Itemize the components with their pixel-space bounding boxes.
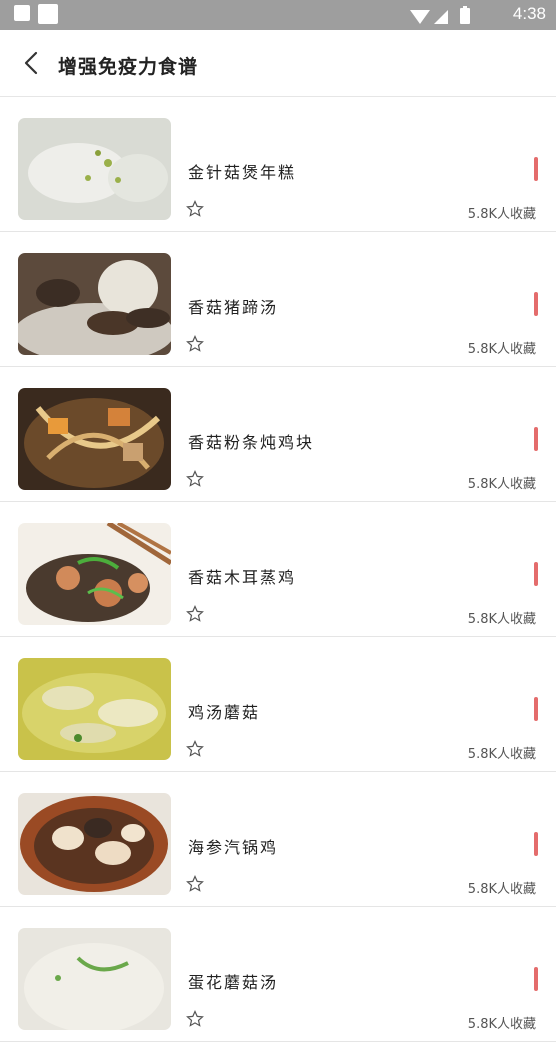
page-title: 增强免疫力食谱 — [58, 56, 199, 78]
recipe-item[interactable]: 鸡汤蘑菇 5.8K人收藏 — [0, 637, 556, 772]
recipe-list: 金针菇煲年糕 5.8K人收藏 香菇猪蹄汤 5.8K人收藏 香菇粉条炖鸡块 5.8… — [0, 97, 556, 1042]
back-arrow-icon[interactable] — [20, 50, 46, 76]
recipe-thumbnail — [18, 793, 171, 895]
recipe-thumbnail — [18, 118, 171, 220]
star-icon[interactable] — [186, 200, 204, 218]
recipe-item[interactable]: 海参汽锅鸡 5.8K人收藏 — [0, 772, 556, 907]
favorites-count: 5.8K人收藏 — [467, 612, 536, 627]
recipe-name: 蛋花蘑菇汤 — [188, 973, 279, 992]
recipe-name: 香菇猪蹄汤 — [188, 298, 279, 317]
star-icon[interactable] — [186, 740, 204, 758]
accent-mark — [534, 562, 538, 586]
recipe-name: 香菇粉条炖鸡块 — [188, 433, 315, 452]
recipe-item[interactable]: 香菇猪蹄汤 5.8K人收藏 — [0, 232, 556, 367]
recipe-thumbnail — [18, 523, 171, 625]
status-bar: 4:38 — [0, 0, 556, 30]
star-icon[interactable] — [186, 470, 204, 488]
accent-mark — [534, 292, 538, 316]
recipe-thumbnail — [18, 388, 171, 490]
signal-wifi-battery-icon — [410, 6, 470, 24]
recipe-item[interactable]: 香菇粉条炖鸡块 5.8K人收藏 — [0, 367, 556, 502]
header-bar: 增强免疫力食谱 — [0, 30, 556, 97]
favorites-count: 5.8K人收藏 — [467, 1017, 536, 1032]
favorites-count: 5.8K人收藏 — [467, 342, 536, 357]
recipe-name: 香菇木耳蒸鸡 — [188, 568, 297, 587]
recipe-thumbnail — [18, 658, 171, 760]
recipe-item[interactable]: 香菇木耳蒸鸡 5.8K人收藏 — [0, 502, 556, 637]
accent-mark — [534, 157, 538, 181]
star-icon[interactable] — [186, 605, 204, 623]
star-icon[interactable] — [186, 1010, 204, 1028]
recipe-thumbnail — [18, 928, 171, 1030]
notification-icon — [14, 5, 30, 21]
notification-icon — [38, 4, 58, 24]
favorites-count: 5.8K人收藏 — [467, 477, 536, 492]
status-time: 4:38 — [512, 4, 546, 23]
accent-mark — [534, 697, 538, 721]
recipe-name: 海参汽锅鸡 — [188, 838, 279, 857]
recipe-item[interactable]: 金针菇煲年糕 5.8K人收藏 — [0, 97, 556, 232]
star-icon[interactable] — [186, 335, 204, 353]
recipe-name: 金针菇煲年糕 — [188, 163, 297, 182]
recipe-thumbnail — [18, 253, 171, 355]
accent-mark — [534, 832, 538, 856]
recipe-item[interactable]: 蛋花蘑菇汤 5.8K人收藏 — [0, 907, 556, 1042]
favorites-count: 5.8K人收藏 — [467, 747, 536, 762]
favorites-count: 5.8K人收藏 — [467, 207, 536, 222]
recipe-name: 鸡汤蘑菇 — [188, 703, 261, 722]
accent-mark — [534, 967, 538, 991]
accent-mark — [534, 427, 538, 451]
favorites-count: 5.8K人收藏 — [467, 882, 536, 897]
star-icon[interactable] — [186, 875, 204, 893]
